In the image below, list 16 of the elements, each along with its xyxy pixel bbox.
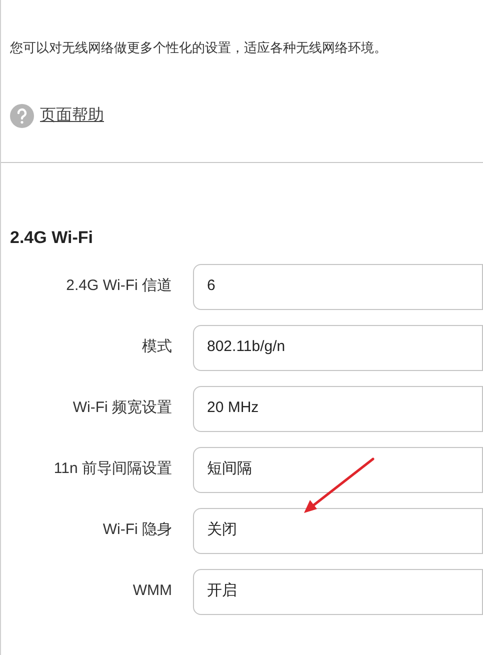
help-link[interactable]: 页面帮助 — [40, 104, 104, 128]
setting-field[interactable]: 短间隔 — [193, 446, 483, 492]
field-label: Wi-Fi 频宽设置 — [72, 398, 172, 418]
setting-field[interactable]: 6 — [193, 264, 483, 310]
setting-field[interactable]: 关闭 — [193, 508, 483, 554]
field-label: 11n 前导间隔设置 — [52, 459, 172, 480]
field-label: WMM — [132, 581, 172, 602]
field-label: Wi-Fi 隐身 — [102, 520, 172, 540]
setting-field[interactable]: 802.11b/g/n — [193, 324, 483, 370]
help-icon — [10, 104, 34, 128]
section-title: 2.4G Wi-Fi — [9, 227, 94, 249]
setting-field[interactable]: 开启 — [193, 568, 483, 614]
setting-field[interactable]: 20 MHz — [193, 386, 483, 432]
field-label: 2.4G Wi-Fi 信道 — [65, 276, 172, 296]
field-label: 模式 — [141, 337, 172, 358]
description-text: 您可以对无线网络做更多个性化的设置，适应各种无线网络环境。 — [10, 39, 388, 57]
